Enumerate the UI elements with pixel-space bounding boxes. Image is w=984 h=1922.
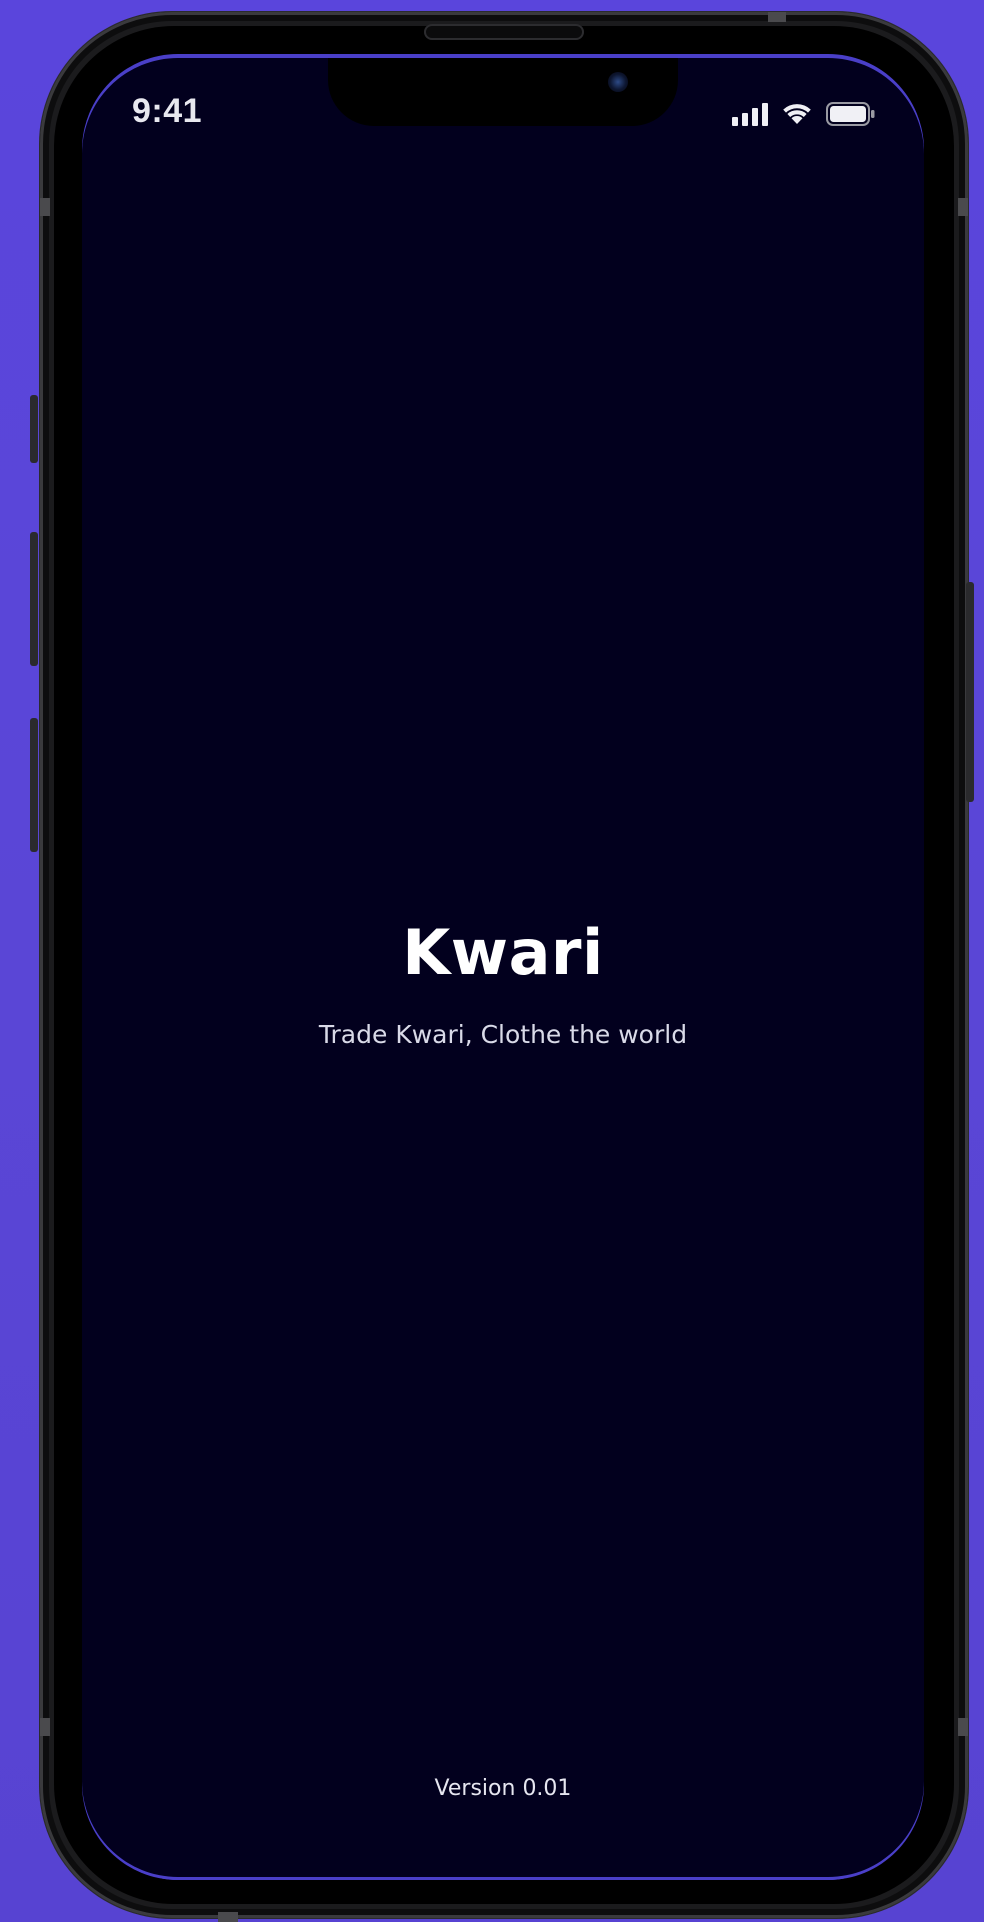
antenna-line [218,1912,238,1922]
antenna-line [40,198,50,216]
silent-switch [30,395,38,463]
volume-down-button [30,718,38,852]
status-icons [732,100,876,126]
app-tagline: Trade Kwari, Clothe the world [318,1020,688,1049]
screen-bottom-edge [162,1878,844,1880]
power-button [966,582,974,802]
cellular-signal-icon [732,102,768,126]
antenna-line [958,1718,968,1736]
page-background: 9:41 Kwari Trade Kwari, Clothe the world… [0,0,984,1922]
app-screen: 9:41 Kwari Trade Kwari, Clothe the world… [82,54,924,1880]
notch [328,54,678,126]
antenna-line [958,198,968,216]
battery-icon [826,102,876,126]
earpiece-speaker [424,24,584,40]
volume-up-button [30,532,38,666]
app-title: Kwari [402,916,604,989]
app-version: Version 0.01 [434,1776,572,1801]
front-camera-icon [608,72,628,92]
antenna-line [768,12,786,22]
status-time: 9:41 [132,92,203,130]
antenna-line [40,1718,50,1736]
wifi-icon [780,100,814,126]
